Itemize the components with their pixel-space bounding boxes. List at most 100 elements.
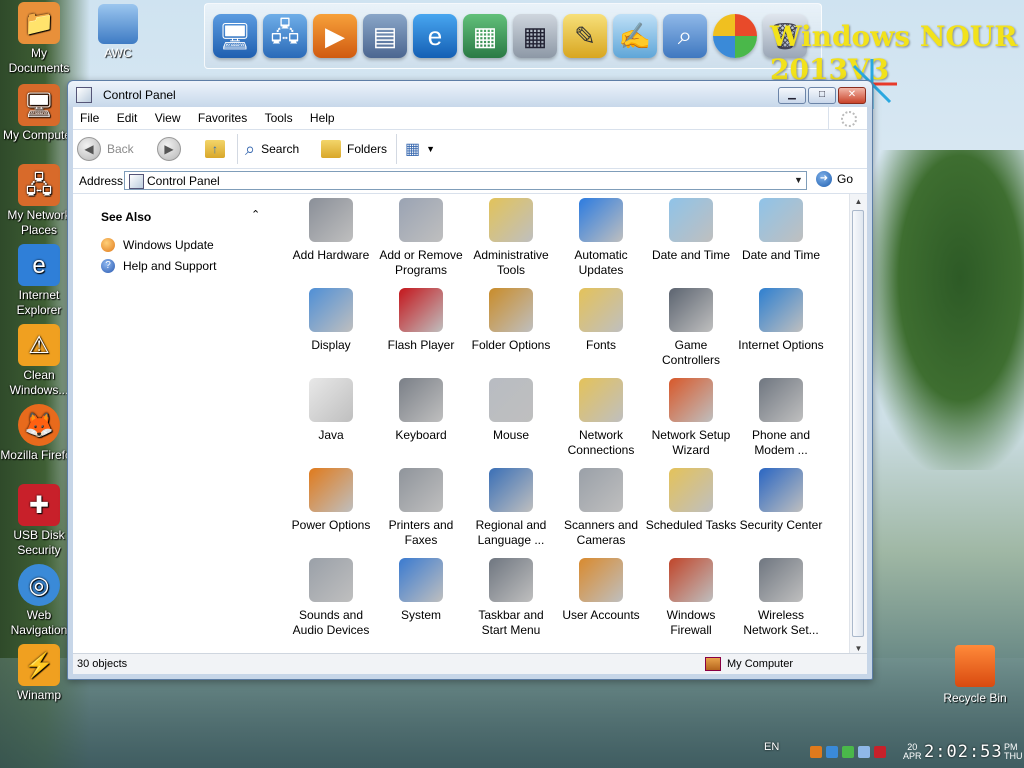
menu-favorites[interactable]: Favorites xyxy=(191,107,254,125)
menu-help[interactable]: Help xyxy=(303,107,342,125)
item-label: Automatic Updates xyxy=(574,248,628,277)
internet-explorer-dock-icon[interactable]: e xyxy=(413,14,457,58)
control-panel-item[interactable]: Printers and Faxes xyxy=(375,468,467,548)
control-panel-item[interactable]: User Accounts xyxy=(555,558,647,623)
power-icon xyxy=(309,468,353,512)
menu-edit[interactable]: Edit xyxy=(110,107,145,125)
tray-network-icon[interactable] xyxy=(826,746,838,758)
item-label: Game Controllers xyxy=(661,338,721,367)
control-panel-item[interactable]: Regional and Language ... xyxy=(465,468,557,548)
control-panel-item[interactable]: Wireless Network Set... xyxy=(735,558,827,638)
paint-dock-icon[interactable]: ✎ xyxy=(563,14,607,58)
desktop-icon-my-documents[interactable]: 📁 My Documents xyxy=(0,2,78,76)
control-panel-item[interactable]: Power Options xyxy=(285,468,377,533)
language-indicator[interactable]: EN xyxy=(764,741,779,753)
tray-app-icon[interactable] xyxy=(810,746,822,758)
control-panel-item[interactable]: Keyboard xyxy=(375,378,467,443)
network-places-icon: 🖧 xyxy=(18,164,60,206)
see-also-header: See Also xyxy=(101,210,152,224)
control-panel-item[interactable]: Sounds and Audio Devices xyxy=(285,558,377,638)
control-panel-item[interactable]: Flash Player xyxy=(375,288,467,353)
help-and-support-link[interactable]: ? Help and Support xyxy=(101,259,216,273)
search-dock-icon[interactable]: ⌕ xyxy=(663,14,707,58)
item-label: Taskbar and Start Menu xyxy=(478,608,544,637)
tray-security-icon[interactable] xyxy=(842,746,854,758)
desktop-icon-awc[interactable]: AWC xyxy=(94,4,142,60)
control-panel-item[interactable]: Automatic Updates xyxy=(555,198,647,278)
item-label: Fonts xyxy=(585,338,616,352)
menu-view[interactable]: View xyxy=(148,107,188,125)
control-panel-item[interactable]: Date and Time xyxy=(645,198,737,263)
go-button[interactable]: ➜ Go xyxy=(816,171,853,187)
awc-icon xyxy=(98,4,138,44)
back-button[interactable]: ◀ Back xyxy=(77,137,134,161)
media-player-dock-icon[interactable]: ▶ xyxy=(313,14,357,58)
control-panel-item[interactable]: Folder Options xyxy=(465,288,557,353)
item-label: Security Center xyxy=(739,518,823,532)
zone-label: My Computer xyxy=(727,658,794,670)
search-button[interactable]: ⌕ Search xyxy=(245,137,299,161)
object-count: 30 objects xyxy=(77,658,128,670)
folders-button[interactable]: Folders xyxy=(321,137,387,161)
desktop-dock-icon[interactable]: 🖥 xyxy=(213,14,257,58)
control-panel-item[interactable]: Add or Remove Programs xyxy=(375,198,467,278)
computer-icon: 🖥 xyxy=(18,84,60,126)
control-panel-item[interactable]: Administrative Tools xyxy=(465,198,557,278)
up-folder-button[interactable]: ↑ xyxy=(205,137,225,161)
windows-update-link[interactable]: Windows Update xyxy=(101,238,214,252)
control-panel-item[interactable]: Taskbar and Start Menu xyxy=(465,558,557,638)
control-panel-item[interactable]: Java xyxy=(285,378,377,443)
address-field[interactable]: Control Panel ▼ xyxy=(124,171,807,190)
menu-tools[interactable]: Tools xyxy=(258,107,300,125)
documents-dock-icon[interactable]: ▤ xyxy=(363,14,407,58)
scanner-icon xyxy=(579,468,623,512)
control-panel-item[interactable]: Add Hardware xyxy=(285,198,377,263)
network-dock-icon[interactable]: 🖧 xyxy=(263,14,307,58)
title-bar[interactable]: Control Panel ▁ □ ✕ xyxy=(68,81,872,107)
close-button[interactable]: ✕ xyxy=(838,87,866,104)
item-label: Add or Remove Programs xyxy=(379,248,463,277)
mouse-icon xyxy=(489,378,533,422)
windows-logo-dock-icon[interactable] xyxy=(713,14,757,58)
control-panel-item[interactable]: Network Setup Wizard xyxy=(645,378,737,458)
speaker-icon xyxy=(309,558,353,602)
control-panel-item[interactable]: Network Connections xyxy=(555,378,647,458)
globe-icon xyxy=(759,288,803,332)
minimize-button[interactable]: ▁ xyxy=(778,87,806,104)
link-label: Windows Update xyxy=(123,238,214,252)
control-panel-item[interactable]: Game Controllers xyxy=(645,288,737,368)
control-panel-icon xyxy=(76,87,92,103)
control-panel-item[interactable]: System xyxy=(375,558,467,623)
scrollbar-thumb[interactable] xyxy=(852,210,864,637)
scroll-up-arrow-icon[interactable]: ▲ xyxy=(850,194,867,210)
control-panel-item[interactable]: Internet Options xyxy=(735,288,827,353)
control-panel-item[interactable]: Security Center xyxy=(735,468,827,533)
desktop-icon-label: USB Disk Security xyxy=(13,528,65,557)
control-panel-item[interactable]: Scanners and Cameras xyxy=(555,468,647,548)
tray-shield-icon[interactable] xyxy=(874,746,886,758)
desktop-icon-label: AWC xyxy=(104,46,132,60)
control-panel-item[interactable]: Windows Firewall xyxy=(645,558,737,638)
tray-display-icon[interactable] xyxy=(858,746,870,758)
desktop-icon-recycle-bin[interactable]: Recycle Bin xyxy=(940,645,1010,705)
calculator-dock-icon[interactable]: ▦ xyxy=(513,14,557,58)
control-panel-item[interactable]: Mouse xyxy=(465,378,557,443)
control-panel-item[interactable]: Scheduled Tasks xyxy=(645,468,737,533)
system-tray: EN 20 APR 2:02:53 PM THU xyxy=(760,738,1024,768)
chevron-down-icon[interactable]: ▼ xyxy=(791,172,806,189)
forward-button[interactable]: ▶ xyxy=(157,137,181,161)
notepad-dock-icon[interactable]: ✍ xyxy=(613,14,657,58)
display-settings-dock-icon[interactable]: ▦ xyxy=(463,14,507,58)
menu-file[interactable]: File xyxy=(73,107,106,125)
control-panel-item[interactable]: Display xyxy=(285,288,377,353)
maximize-button[interactable]: □ xyxy=(808,87,836,104)
tray-clock[interactable]: 2:02:53 xyxy=(924,742,1003,762)
views-button[interactable]: ▦ ▼ xyxy=(405,137,435,161)
vertical-scrollbar[interactable]: ▲ ▼ xyxy=(849,194,867,657)
collapse-chevron-icon[interactable]: ⌃ xyxy=(251,208,260,221)
control-panel-item[interactable]: Date and Time xyxy=(735,198,827,263)
item-label: Network Connections xyxy=(567,428,635,457)
control-panel-item[interactable]: Phone and Modem ... xyxy=(735,378,827,458)
control-panel-item[interactable]: Fonts xyxy=(555,288,647,353)
go-label: Go xyxy=(837,172,854,186)
